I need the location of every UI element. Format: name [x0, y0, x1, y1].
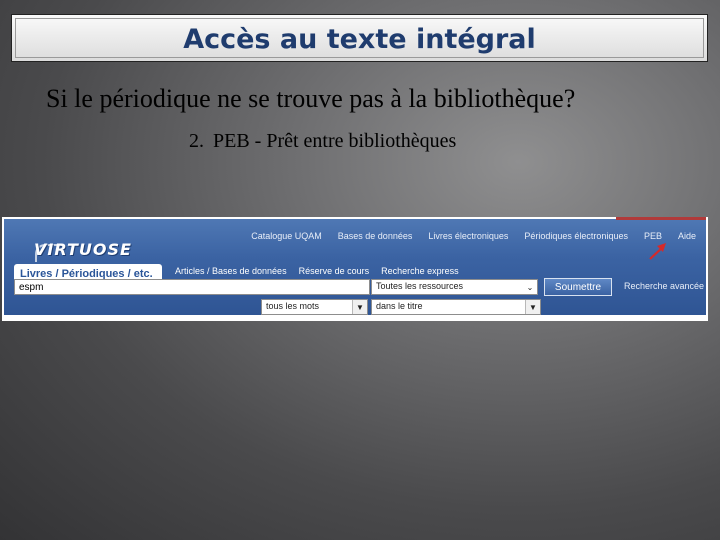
words-select-value: tous les mots [266, 301, 320, 311]
submit-button[interactable]: Soumettre [544, 278, 612, 296]
virtuose-logo: VIRTUOSE [34, 240, 132, 259]
top-link-bases[interactable]: Bases de données [330, 231, 421, 241]
words-select[interactable]: tous les mots ▼ [261, 299, 368, 315]
list-item-text: PEB - Prêt entre bibliothèques [213, 130, 457, 152]
top-nav: Catalogue UQAM Bases de données Livres é… [243, 231, 704, 241]
red-arrow-icon [649, 243, 666, 260]
slide-list-item: 2. PEB - Prêt entre bibliothèques [189, 130, 456, 153]
slide-question: Si le périodique ne se trouve pas à la b… [46, 84, 576, 113]
resource-select-value: Toutes les ressources [376, 281, 464, 291]
chevron-down-icon: ⌄ [523, 280, 537, 294]
field-select-value: dans le titre [376, 301, 423, 311]
search-tabs: Articles / Bases de données Réserve de c… [172, 266, 465, 276]
top-link-periodiques[interactable]: Périodiques électroniques [516, 231, 636, 241]
top-link-aide[interactable]: Aide [670, 231, 704, 241]
advanced-search-link[interactable]: Recherche avancée [624, 281, 704, 291]
top-link-catalogue[interactable]: Catalogue UQAM [243, 231, 330, 241]
search-input[interactable] [14, 279, 370, 295]
catalog-banner: VIRTUOSE Catalogue UQAM Bases de données… [4, 219, 706, 315]
resource-select[interactable]: Toutes les ressources ⌄ [371, 279, 538, 295]
list-item-number: 2. [189, 130, 204, 152]
field-select[interactable]: dans le titre ▼ [371, 299, 541, 315]
slide-title: Accès au texte intégral [183, 23, 536, 55]
top-link-livres[interactable]: Livres électroniques [420, 231, 516, 241]
tab-articles[interactable]: Articles / Bases de données [172, 266, 293, 276]
slide-title-box: Accès au texte intégral [11, 14, 708, 62]
tab-express[interactable]: Recherche express [375, 266, 465, 276]
catalog-screenshot: VIRTUOSE Catalogue UQAM Bases de données… [2, 217, 708, 321]
dropdown-arrow-icon: ▼ [525, 300, 540, 314]
tab-reserve[interactable]: Réserve de cours [293, 266, 376, 276]
top-link-peb[interactable]: PEB [636, 231, 670, 241]
peb-highlight-bar [616, 217, 706, 220]
dropdown-arrow-icon: ▼ [352, 300, 367, 314]
